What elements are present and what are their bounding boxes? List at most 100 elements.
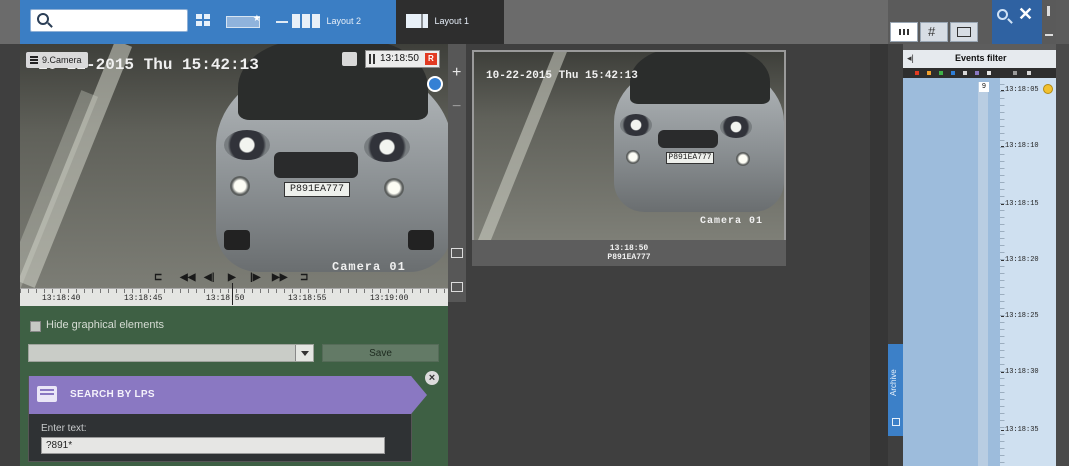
- time-scale-label: 13:18:35: [1001, 426, 1039, 434]
- daytime-icon: [1043, 84, 1053, 94]
- car-headlight: [720, 116, 752, 138]
- hide-elements-checkbox[interactable]: [30, 321, 41, 332]
- toolbar-scroll[interactable]: [1042, 0, 1056, 44]
- camera-name-label: 9.Camera: [42, 55, 82, 65]
- plate-search-input[interactable]: ?891*: [41, 437, 385, 454]
- arrow-icon: [276, 21, 288, 23]
- timeline-label: 13:19:00: [370, 294, 409, 303]
- events-panel: ◂| Events filter 9 13:18:05 13:18:10 13:…: [903, 44, 1056, 466]
- timeline-label: 13:18:45: [124, 294, 163, 303]
- pause-icon: [369, 54, 371, 64]
- timeline-cursor[interactable]: [232, 283, 233, 305]
- filter-gray-icon[interactable]: [987, 71, 991, 75]
- car-windshield: [630, 52, 770, 104]
- step-forward-icon[interactable]: |▶: [250, 272, 261, 283]
- event-filter-row[interactable]: [903, 68, 1056, 78]
- zoom-out-icon[interactable]: −: [452, 99, 461, 115]
- events-slider[interactable]: [978, 82, 988, 466]
- play-icon[interactable]: ▶: [228, 272, 236, 283]
- license-plate: P891EA777: [284, 182, 350, 197]
- layout-2-icon: [292, 14, 320, 28]
- camera-view-2[interactable]: P891EA777 10-22-2015 Thu 15:42:13 Camera…: [472, 50, 786, 266]
- single-view-button[interactable]: [950, 22, 978, 42]
- events-title: Events filter: [955, 53, 1007, 63]
- camera-side-toolbar: + −: [448, 44, 466, 302]
- screen-icon[interactable]: [451, 248, 463, 258]
- search-icon: [37, 13, 49, 25]
- chevron-down-icon[interactable]: [295, 345, 313, 361]
- record-icon: R: [424, 53, 437, 65]
- record-time-badge[interactable]: 13:18:50 R: [365, 50, 440, 68]
- archive-label: Archive: [889, 369, 898, 396]
- lps-search-card: SEARCH BY LPS Enter text: ?891*: [28, 376, 427, 462]
- camera-2-caption: 13:18:50 P891EA777: [472, 240, 786, 266]
- star-icon: ★: [252, 13, 261, 23]
- timeline-label: 13:18:40: [42, 294, 81, 303]
- camera-2-image: P891EA777 10-22-2015 Thu 15:42:13 Camera…: [474, 52, 784, 240]
- playback-controls: ⊏ ◀◀ ◀| ▶ |▶ ▶▶ ⊐: [20, 268, 448, 288]
- car-grille: [658, 130, 718, 148]
- license-plate: P891EA777: [666, 152, 714, 164]
- car-foglight: [736, 152, 750, 166]
- tab-layout-2[interactable]: Layout 2: [292, 14, 361, 32]
- filter-misc-icon[interactable]: [1013, 71, 1017, 75]
- car-headlight: [364, 132, 410, 162]
- events-header: ◂| Events filter: [903, 50, 1056, 68]
- car-foglight: [384, 178, 404, 198]
- export-start-icon[interactable]: ⊏: [154, 272, 162, 283]
- archive-icon: [892, 418, 900, 426]
- timeline[interactable]: 13:18:40 13:18:45 13:18:50 13:18:55 13:1…: [20, 283, 448, 306]
- save-button[interactable]: Save: [322, 344, 439, 362]
- events-time-scale[interactable]: [1000, 78, 1056, 466]
- layout-preview-icon[interactable]: ★: [226, 13, 261, 28]
- filter-white-icon[interactable]: [963, 71, 967, 75]
- grid-view-button[interactable]: [890, 22, 918, 42]
- snapshot-icon[interactable]: [342, 52, 357, 66]
- filter-orange-icon[interactable]: [927, 71, 931, 75]
- info-icon[interactable]: [427, 76, 443, 92]
- time-scale-label: 13:18:25: [1001, 312, 1039, 320]
- car-wheel: [408, 230, 434, 250]
- filter-red-icon[interactable]: [915, 71, 919, 75]
- camera-view-1[interactable]: P891EA777 10-22-2015 Thu 15:42:13 Camera…: [20, 44, 448, 300]
- car-foglight: [626, 150, 640, 164]
- search-input[interactable]: [30, 9, 188, 32]
- filter-misc-icon[interactable]: [1027, 71, 1031, 75]
- time-scale-label: 13:18:30: [1001, 368, 1039, 376]
- car-grille: [274, 152, 358, 178]
- filter-blue-icon[interactable]: [951, 71, 955, 75]
- search-person-icon[interactable]: [996, 6, 1014, 28]
- enter-text-label: Enter text:: [41, 423, 87, 434]
- events-counter: 9: [979, 82, 989, 92]
- zoom-in-icon[interactable]: +: [452, 65, 461, 81]
- fast-forward-icon[interactable]: ▶▶: [272, 272, 287, 283]
- camera-2-overlay-name: Camera 01: [700, 216, 764, 227]
- camera-2-overlay-date: 10-22-2015 Thu 15:42:13: [486, 70, 638, 82]
- export-end-icon[interactable]: ⊐: [300, 272, 308, 283]
- layout-grid-icon[interactable]: [196, 14, 212, 28]
- time-scale-label: 13:18:15: [1001, 200, 1039, 208]
- lps-search-title: SEARCH BY LPS: [70, 389, 155, 400]
- time-scale-label: 13:18:10: [1001, 142, 1039, 150]
- car-headlight: [224, 130, 270, 160]
- hash-view-button[interactable]: #: [920, 22, 948, 42]
- filter-green-icon[interactable]: [939, 71, 943, 75]
- tools-icon[interactable]: ✕: [1018, 4, 1038, 28]
- step-back-icon[interactable]: ◀|: [204, 272, 215, 283]
- collapse-icon[interactable]: ◂|: [907, 53, 914, 64]
- timeline-label: 13:18:55: [288, 294, 327, 303]
- close-icon[interactable]: ×: [425, 371, 439, 385]
- scroll-strip[interactable]: [870, 44, 888, 466]
- search-type-select[interactable]: [28, 344, 314, 362]
- camera-name-menu[interactable]: 9.Camera: [26, 52, 88, 68]
- time-scale-label: 13:18:20: [1001, 256, 1039, 264]
- rewind-icon[interactable]: ◀◀: [180, 272, 195, 283]
- time-scale-label: 13:18:05: [1001, 86, 1039, 94]
- car-foglight: [230, 176, 250, 196]
- hide-elements-label: Hide graphical elements: [46, 319, 165, 331]
- hash-icon: #: [928, 24, 936, 39]
- lps-search-header: SEARCH BY LPS: [29, 376, 427, 414]
- tab-layout-1[interactable]: Layout 1: [406, 14, 469, 32]
- monitor-icon[interactable]: [451, 282, 463, 292]
- filter-purple-icon[interactable]: [975, 71, 979, 75]
